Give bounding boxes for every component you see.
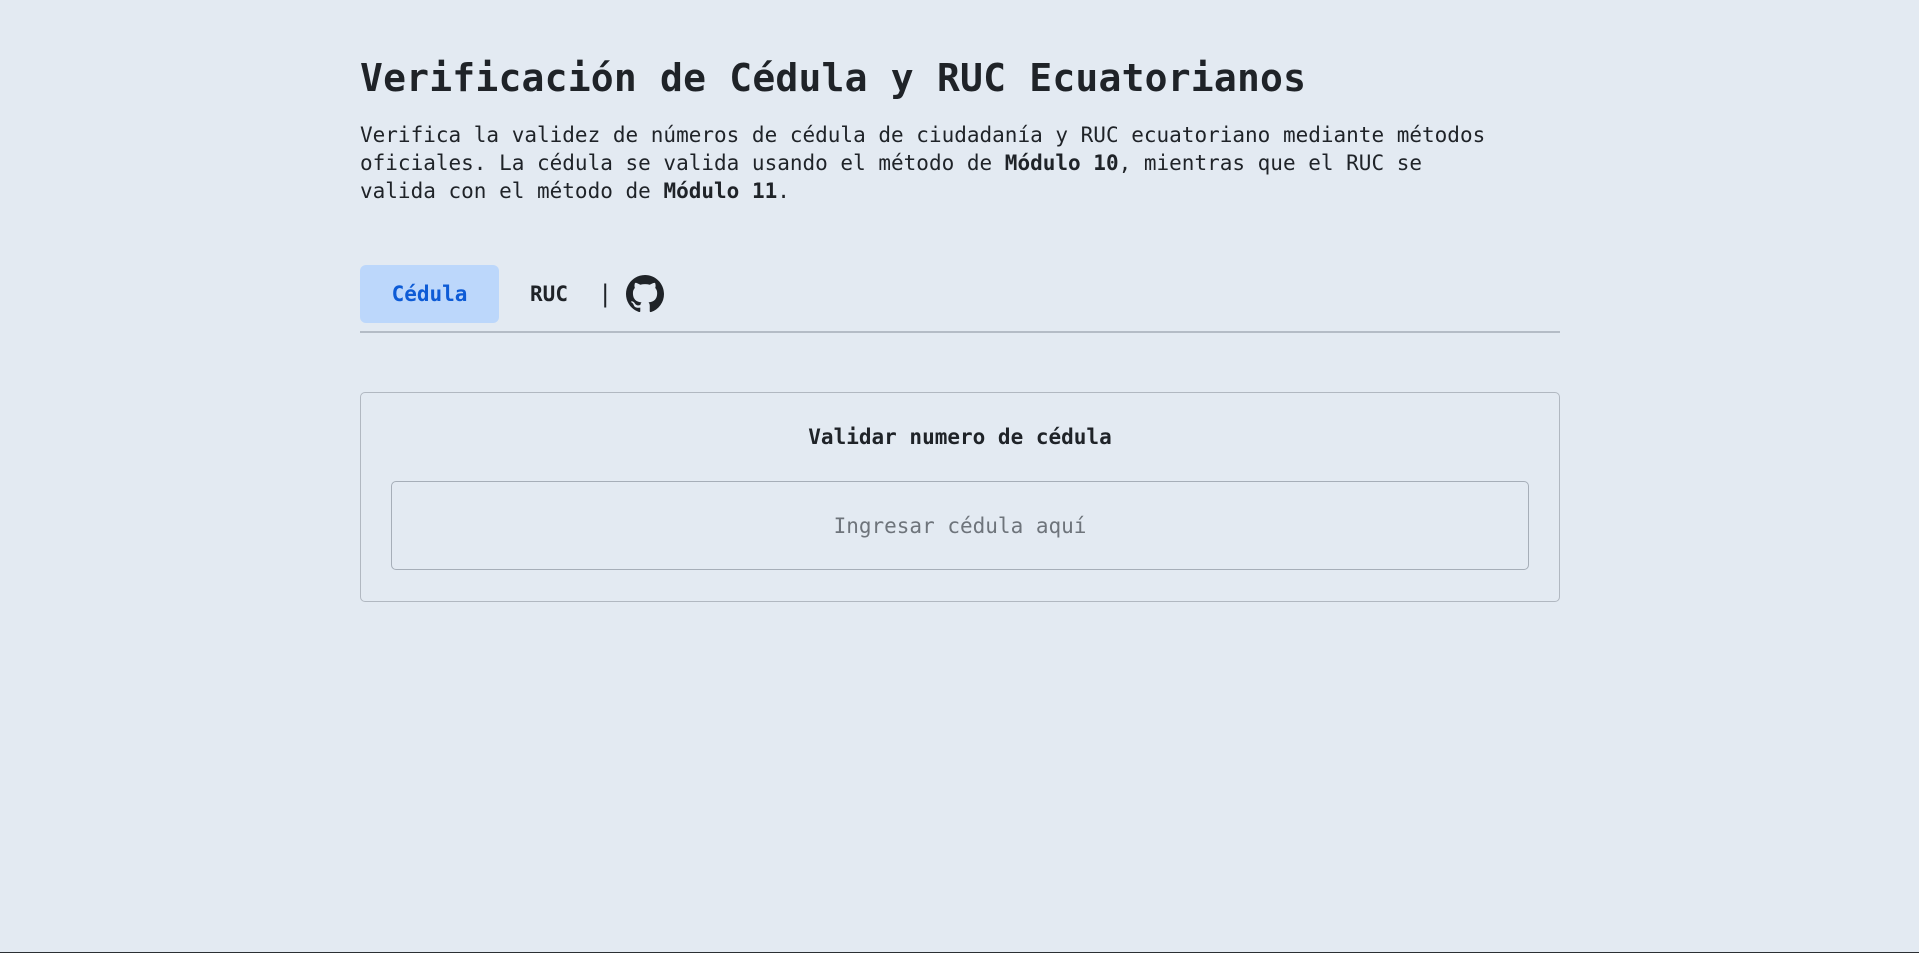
cedula-input[interactable]: [391, 481, 1529, 570]
intro-text: .: [777, 179, 790, 203]
intro-text: valida con el método de: [360, 179, 664, 203]
intro-description: Verifica la validez de números de cédula…: [360, 121, 1560, 205]
modulo-10-highlight: Módulo 10: [1004, 151, 1119, 175]
tab-bar: Cédula RUC |: [360, 265, 1560, 333]
intro-text: Verifica la validez de números de cédula…: [360, 123, 1486, 147]
intro-line-1: Verifica la validez de números de cédula…: [360, 121, 1560, 149]
intro-line-3: valida con el método de Módulo 11.: [360, 177, 1560, 205]
tab-cedula[interactable]: Cédula: [360, 265, 499, 323]
tab-separator: |: [598, 280, 613, 308]
validation-card: Validar numero de cédula: [360, 392, 1560, 602]
page-title: Verificación de Cédula y RUC Ecuatoriano…: [360, 56, 1307, 100]
modulo-11-highlight: Módulo 11: [663, 179, 778, 203]
intro-line-2: oficiales. La cédula se valida usando el…: [360, 149, 1560, 177]
tab-ruc[interactable]: RUC: [499, 265, 599, 323]
intro-text: , mientras que el RUC se: [1118, 151, 1423, 175]
github-link[interactable]: [626, 275, 664, 313]
intro-text: oficiales. La cédula se valida usando el…: [360, 151, 1005, 175]
card-title: Validar numero de cédula: [808, 425, 1112, 449]
github-icon: [626, 275, 664, 313]
